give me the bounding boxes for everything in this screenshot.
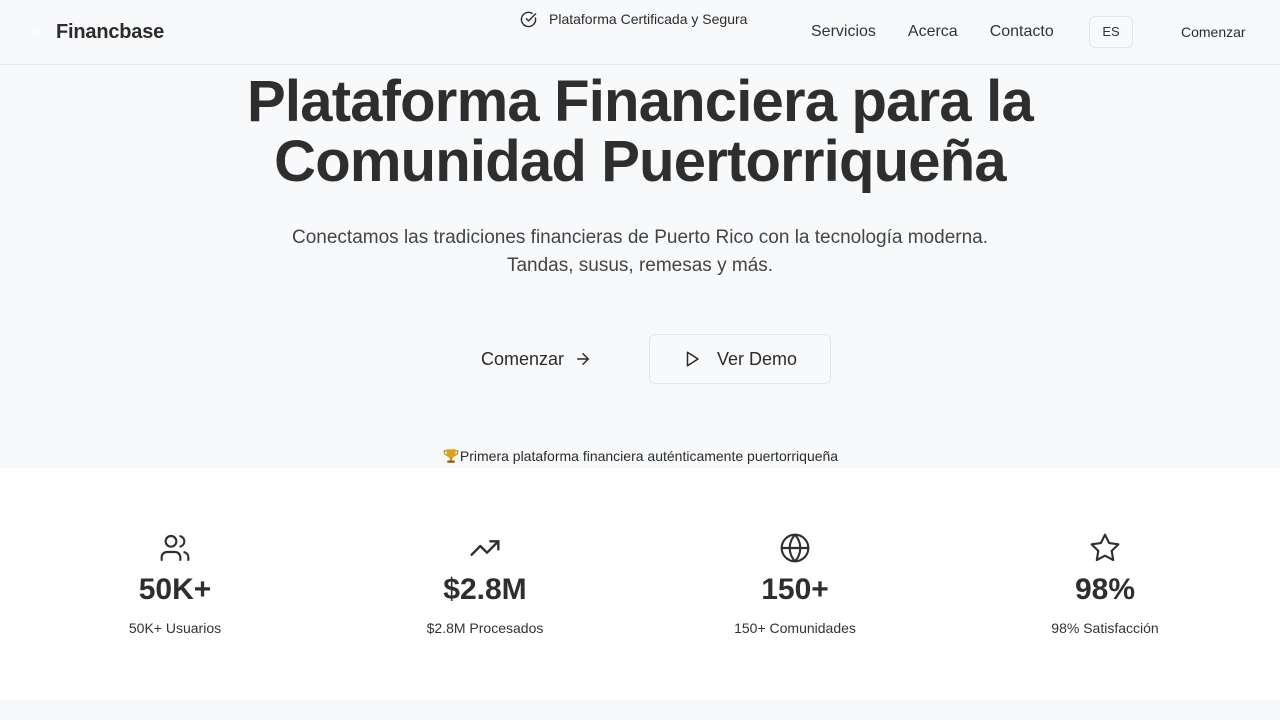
hero-subtitle: Conectamos las tradiciones financieras d… [0, 224, 1280, 280]
hero-subtitle-line1: Conectamos las tradiciones financieras d… [292, 227, 988, 248]
hero-title-line2: Comunidad Puertorriqueña [274, 129, 1006, 194]
stat-communities: 150+ 150+ Comunidades [665, 532, 925, 637]
logo-icon[interactable]: F [28, 24, 44, 40]
view-demo-label: Ver Demo [716, 348, 798, 369]
stat-communities-value: 150+ [761, 573, 829, 606]
trophy-icon [443, 449, 459, 463]
stat-users: 50K+ 50K+ Usuarios [45, 532, 305, 637]
stat-satisfaction: 98% 98% Satisfacción [975, 532, 1235, 637]
brand-name[interactable]: Financbase [56, 21, 164, 44]
nav-link-contacto[interactable]: Contacto [990, 22, 1054, 42]
certification-badge: Plataforma Certificada y Segura [520, 10, 747, 28]
certification-text: Plataforma Certificada y Segura [549, 11, 748, 27]
hero-badge: Primera plataforma financiera auténticam… [0, 447, 1280, 465]
hero-title: Plataforma Financiera para la Comunidad … [0, 72, 1280, 192]
stat-satisfaction-value: 98% [1074, 573, 1136, 606]
view-demo-button[interactable]: Ver Demo [649, 334, 831, 384]
site-header: F Financbase Plataforma Certificada y Se… [0, 0, 1280, 65]
globe-icon [780, 533, 810, 563]
header-start-button[interactable]: Comenzar [1181, 24, 1246, 40]
stats-section: 50K+ 50K+ Usuarios $2.8M $2.8M Procesado… [0, 468, 1280, 700]
stat-communities-label: 150+ Comunidades [734, 620, 856, 636]
nav-link-acerca[interactable]: Acerca [908, 22, 958, 42]
stat-users-label: 50K+ Usuarios [128, 620, 222, 636]
trending-up-icon [470, 540, 500, 556]
users-icon [160, 534, 190, 562]
arrow-right-icon [577, 353, 590, 365]
hero-start-label: Comenzar [481, 348, 565, 369]
star-icon [1090, 533, 1120, 562]
play-icon [686, 351, 699, 367]
main-nav: Servicios Acerca Contacto [811, 22, 1054, 42]
nav-link-servicios[interactable]: Servicios [811, 22, 876, 42]
stat-processed: $2.8M $2.8M Procesados [355, 532, 615, 637]
hero-badge-text: Primera plataforma financiera auténticam… [459, 448, 839, 464]
check-circle-icon [520, 11, 537, 27]
stat-processed-label: $2.8M Procesados [426, 620, 544, 636]
hero-subtitle-line2: Tandas, susus, remesas y más. [506, 255, 774, 276]
stat-processed-value: $2.8M [443, 573, 527, 606]
hero-start-button[interactable]: Comenzar [481, 347, 592, 371]
stat-satisfaction-label: 98% Satisfacción [1051, 620, 1159, 636]
next-section-edge [0, 700, 1280, 720]
language-toggle-button[interactable]: ES [1089, 16, 1133, 48]
stat-users-value: 50K+ [138, 573, 212, 606]
hero-title-line1: Plataforma Financiera para la [247, 69, 1034, 134]
